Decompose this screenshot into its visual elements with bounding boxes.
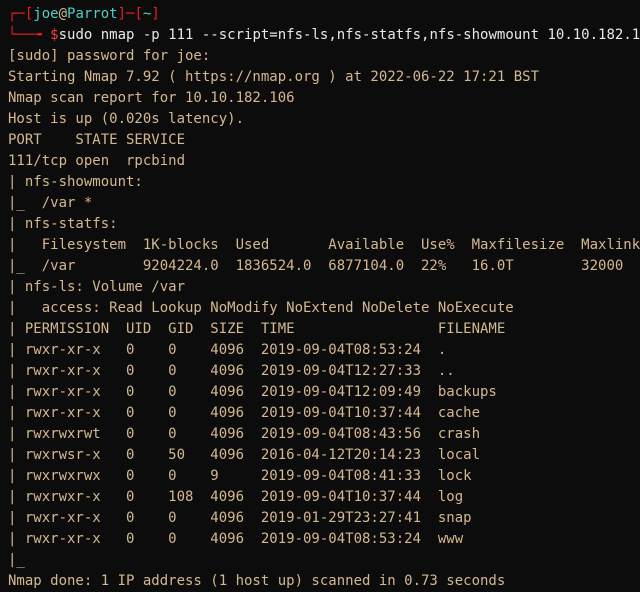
ls-row: | rwxr-xr-x 0 0 4096 2019-09-04T10:37:44… — [8, 403, 616, 424]
statfs-header: | nfs-statfs: — [8, 214, 616, 235]
ls-row: | rwxr-xr-x 0 0 4096 2019-09-04T08:53:24… — [8, 340, 616, 361]
ls-cols: | PERMISSION UID GID SIZE TIME FILENAME — [8, 319, 616, 340]
ls-access: | access: Read Lookup NoModify NoExtend … — [8, 298, 616, 319]
ls-row: | rwxrwsr-x 0 50 4096 2016-04-12T20:14:2… — [8, 445, 616, 466]
statfs-cols: | Filesystem 1K-blocks Used Available Us… — [8, 235, 616, 256]
prompt-bracket-open: ┌─[ — [8, 6, 33, 22]
output-report: Nmap scan report for 10.10.182.106 — [8, 88, 616, 109]
prompt-user: joe — [33, 6, 58, 22]
ls-end: |_ — [8, 550, 616, 571]
ls-rows: | rwxr-xr-x 0 0 4096 2019-09-04T08:53:24… — [8, 340, 616, 550]
output-host: Host is up (0.020s latency). — [8, 109, 616, 130]
prompt-prefix: └──╼ — [8, 27, 50, 43]
footer: Nmap done: 1 IP address (1 host up) scan… — [8, 571, 616, 592]
ls-row: | rwxr-xr-x 0 0 4096 2019-01-29T23:27:41… — [8, 508, 616, 529]
prompt-bracket-mid: ]─[ — [118, 6, 143, 22]
output-sudo: [sudo] password for joe: — [8, 46, 616, 67]
prompt-line-1: ┌─[joe@Parrot]─[~] — [8, 4, 616, 25]
port-header: PORT STATE SERVICE — [8, 130, 616, 151]
command-text: sudo nmap -p 111 --script=nfs-ls,nfs-sta… — [59, 27, 640, 43]
terminal-window[interactable]: ┌─[joe@Parrot]─[~] └──╼ $sudo nmap -p 11… — [8, 4, 616, 592]
ls-row: | rwxrwxrwx 0 0 9 2019-09-04T08:41:33 lo… — [8, 466, 616, 487]
prompt-bracket-end: ] — [151, 6, 159, 22]
ls-row: | rwxr-xr-x 0 0 4096 2019-09-04T12:09:49… — [8, 382, 616, 403]
ls-row: | rwxrwxr-x 0 108 4096 2019-09-04T10:37:… — [8, 487, 616, 508]
ls-row: | rwxr-xr-x 0 0 4096 2019-09-04T12:27:33… — [8, 361, 616, 382]
prompt-dollar: $ — [50, 27, 58, 43]
prompt-host: Parrot — [67, 6, 118, 22]
ls-header: | nfs-ls: Volume /var — [8, 277, 616, 298]
ls-row: | rwxrwxrwt 0 0 4096 2019-09-04T08:43:56… — [8, 424, 616, 445]
statfs-row: |_ /var 9204224.0 1836524.0 6877104.0 22… — [8, 256, 616, 277]
port-line: 111/tcp open rpcbind — [8, 151, 616, 172]
showmount-header: | nfs-showmount: — [8, 172, 616, 193]
ls-row: | rwxr-xr-x 0 0 4096 2019-09-04T08:53:24… — [8, 529, 616, 550]
prompt-at: @ — [59, 6, 67, 22]
prompt-line-2: └──╼ $sudo nmap -p 111 --script=nfs-ls,n… — [8, 25, 616, 46]
showmount-entry: |_ /var * — [8, 193, 616, 214]
output-starting: Starting Nmap 7.92 ( https://nmap.org ) … — [8, 67, 616, 88]
